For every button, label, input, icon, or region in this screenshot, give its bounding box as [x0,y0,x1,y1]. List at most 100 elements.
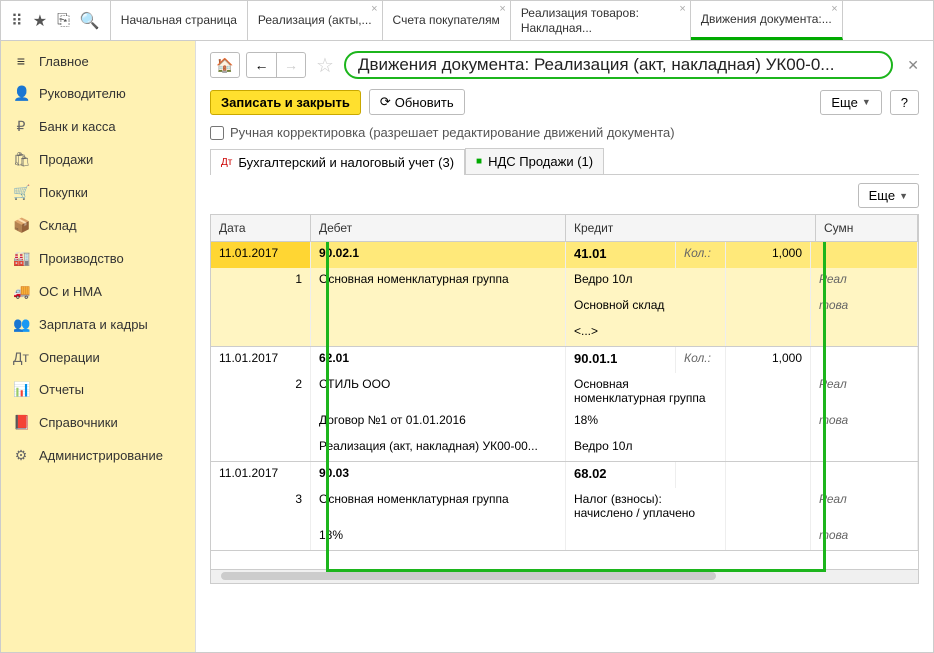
cell-debit-line: 18% [311,524,566,550]
forward-button[interactable]: → [276,52,306,78]
star-icon[interactable]: ☆ [316,53,334,78]
sidebar-icon: ≡ [13,53,29,69]
sidebar-icon: 🚚 [13,283,29,300]
sidebar-item-9[interactable]: ДтОперации [1,341,195,373]
cell-qty-label: Кол.: [676,242,726,268]
apps-icon[interactable]: ⠿ [11,11,23,31]
clipboard-icon[interactable]: ⎘ [57,12,70,30]
save-close-button[interactable]: Записать и закрыть [210,90,361,115]
cell-credit-line: 18% [566,409,726,435]
top-tab-2[interactable]: Счета покупателям× [383,1,511,40]
col-debit[interactable]: Дебет [311,215,566,241]
close-doc-icon[interactable]: ✕ [907,57,919,74]
sidebar: ≡ Главное 👤Руководителю₽Банк и касса🛍Прода… [1,41,196,652]
top-tab-1[interactable]: Реализация (акты,...× [248,1,383,40]
sidebar-label: Главное [39,54,89,69]
cell-sum [811,462,918,488]
sidebar-label: Склад [39,218,77,233]
sidebar-label: Зарплата и кадры [39,317,148,332]
tab-close-icon[interactable]: × [831,3,837,15]
sidebar-label: Продажи [39,152,93,167]
favorites-icon[interactable]: ★ [33,11,47,31]
refresh-button[interactable]: ⟳ Обновить [369,89,465,115]
inner-tab-label: Бухгалтерский и налоговый учет (3) [238,155,454,170]
sidebar-icon: 📕 [13,414,29,431]
sidebar-item-7[interactable]: 🚚ОС и НМА [1,275,195,308]
top-bar: ⠿ ★ ⎘ 🔍 Начальная страница Реализация (ак… [1,1,933,41]
cell-debit-line: СТИЛЬ ООО [311,373,566,409]
cell-credit-line: <...> [566,320,726,346]
cell-qty: 1,000 [726,347,811,373]
cell-credit-line: Ведро 10л [566,435,726,461]
doc-title-highlight: Движения документа: Реализация (акт, нак… [344,51,893,79]
cell-debit-line: Реализация (акт, накладная) УК00-00... [311,435,566,461]
sidebar-item-2[interactable]: ₽Банк и касса [1,110,195,143]
cell-debit-line: Основная номенклатурная группа [311,488,566,524]
top-tab-label: Начальная страница [121,13,237,27]
inner-tab-1[interactable]: ■НДС Продажи (1) [465,148,604,174]
sidebar-item-3[interactable]: 🛍Продажи [1,143,195,176]
sidebar-label: Руководителю [39,86,126,101]
table-row[interactable]: 11.01.201762.0190.01.1Кол.:1,0002СТИЛЬ О… [211,347,918,462]
caret-down-icon: ▼ [862,97,871,107]
cell-sum-text: това [811,524,918,550]
cell-debit-acc: 90.03 [311,462,566,488]
help-button[interactable]: ? [890,90,919,115]
table-row[interactable]: 11.01.201790.0368.023Основная номенклату… [211,462,918,551]
h-scrollbar[interactable] [211,569,918,583]
col-date[interactable]: Дата [211,215,311,241]
grid-more-button[interactable]: Еще ▼ [858,183,919,208]
cell-sum-text: това [811,409,918,435]
tab-icon: Дт [221,157,232,168]
sidebar-item-11[interactable]: 📕Справочники [1,406,195,439]
cell-credit-acc: 68.02 [566,462,676,488]
data-grid: Дата Дебет Кредит Сумн 11.01.201790.02.1… [210,214,919,584]
cell-credit-acc: 41.01 [566,242,676,268]
cell-qty: 1,000 [726,242,811,268]
table-row[interactable]: 11.01.201790.02.141.01Кол.:1,0001Основна… [211,242,918,347]
sidebar-label: Отчеты [39,382,84,397]
top-tab-0[interactable]: Начальная страница [111,1,248,40]
top-tab-4[interactable]: Движения документа:...× [691,1,843,40]
sidebar-item-8[interactable]: 👥 Зарплата и кадры [1,308,195,341]
cell-debit-line: Основная номенклатурная группа [311,268,566,294]
inner-tab-0[interactable]: Дт Бухгалтерский и налоговый учет (3) [210,149,465,175]
cell-debit-line [311,294,566,320]
sidebar-icon: ₽ [13,118,29,135]
more-button[interactable]: Еще ▼ [820,90,881,115]
sidebar-item-6[interactable]: 🏭Производство [1,242,195,275]
cell-credit-line: Основной склад [566,294,726,320]
sidebar-item-1[interactable]: 👤Руководителю [1,77,195,110]
sidebar-icon: Дт [13,349,29,365]
cell-qty [726,462,811,488]
back-button[interactable]: ← [246,52,276,78]
tab-close-icon[interactable]: × [679,3,685,15]
doc-title: Движения документа: Реализация (акт, нак… [358,55,835,74]
sidebar-item-5[interactable]: 📦 Склад [1,209,195,242]
home-button[interactable]: 🏠 [210,52,240,78]
manual-edit-checkbox[interactable] [210,126,224,140]
tab-close-icon[interactable]: × [499,3,505,15]
sidebar-icon: 📦 [13,217,29,234]
sidebar-item-0[interactable]: ≡ Главное [1,45,195,77]
sidebar-icon: 👥 [13,316,29,333]
manual-edit-label: Ручная корректировка (разрешает редактир… [230,125,675,140]
sidebar-item-12[interactable]: ⚙Администрирование [1,439,195,472]
top-tab-label: Реализация (акты,... [258,13,372,27]
sidebar-item-4[interactable]: 🛒Покупки [1,176,195,209]
top-tab-3[interactable]: Реализация товаров: Накладная...× [511,1,691,40]
sidebar-icon: 🏭 [13,250,29,267]
tab-close-icon[interactable]: × [371,3,377,15]
cell-credit-line: Налог (взносы): начислено / уплачено [566,488,726,524]
top-tab-label: Счета покупателям [393,13,500,27]
col-credit[interactable]: Кредит [566,215,816,241]
sidebar-item-10[interactable]: 📊Отчеты [1,373,195,406]
cell-sum [811,347,918,373]
top-tab-label: Реализация товаров: Накладная... [521,6,680,35]
cell-credit-acc: 90.01.1 [566,347,676,373]
scroll-thumb[interactable] [221,572,716,580]
refresh-icon: ⟳ [380,94,391,110]
search-icon[interactable]: 🔍 [80,11,100,31]
col-sum[interactable]: Сумн [816,215,918,241]
tab-icon: ■ [476,156,482,167]
